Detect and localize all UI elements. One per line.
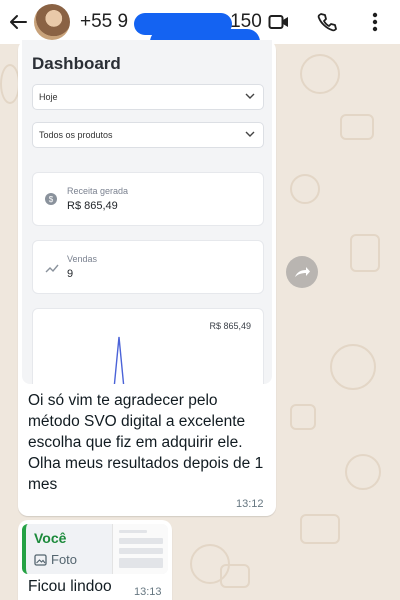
coin-icon: $ bbox=[45, 193, 57, 205]
message-time: 13:12 bbox=[236, 498, 264, 510]
forward-icon bbox=[295, 267, 310, 277]
revenue-label: Receita gerada bbox=[67, 186, 129, 196]
contact-avatar[interactable] bbox=[34, 4, 70, 40]
reply-message[interactable]: Você Foto Ficou lindoo 13:13 bbox=[18, 520, 172, 600]
period-select: Hoje bbox=[32, 84, 264, 110]
chevron-down-icon bbox=[245, 93, 255, 99]
period-select-value: Hoje bbox=[39, 92, 58, 102]
forward-button[interactable] bbox=[286, 256, 318, 288]
product-select-value: Todos os produtos bbox=[39, 130, 113, 140]
product-select: Todos os produtos bbox=[32, 122, 264, 148]
sales-card: Vendas 9 bbox=[32, 240, 264, 294]
quoted-message[interactable]: Você Foto bbox=[22, 524, 168, 574]
chevron-down-icon bbox=[245, 131, 255, 137]
phone-prefix: +55 9 bbox=[80, 11, 129, 32]
message-image[interactable]: Dashboard Hoje Todos os produtos $ Recei… bbox=[22, 40, 272, 384]
reply-time: 13:13 bbox=[134, 586, 162, 598]
revenue-chart-line bbox=[113, 336, 125, 384]
back-arrow-icon[interactable] bbox=[4, 0, 32, 44]
revenue-chart-card: R$ 865,49 bbox=[32, 308, 264, 384]
quote-thumbnail bbox=[112, 524, 168, 574]
voice-call-icon[interactable] bbox=[316, 11, 338, 33]
quote-author: Você bbox=[34, 530, 67, 546]
sales-label: Vendas bbox=[67, 254, 98, 264]
more-options-icon[interactable] bbox=[364, 11, 386, 33]
dashboard-title: Dashboard bbox=[32, 54, 121, 73]
incoming-message[interactable]: Dashboard Hoje Todos os produtos $ Recei… bbox=[18, 40, 276, 516]
quote-type-label: Foto bbox=[51, 552, 78, 567]
revenue-card: $ Receita gerada R$ 865,49 bbox=[32, 172, 264, 226]
trend-up-icon bbox=[45, 264, 59, 273]
photo-icon bbox=[34, 553, 47, 566]
sales-value: 9 bbox=[67, 268, 74, 280]
video-call-icon[interactable] bbox=[268, 11, 290, 33]
chat-header: +55 9 150 bbox=[0, 0, 400, 55]
reply-text: Ficou lindoo bbox=[28, 578, 112, 595]
contact-phone[interactable]: +55 9 150 bbox=[80, 11, 262, 55]
revenue-value: R$ 865,49 bbox=[67, 200, 118, 212]
quote-type: Foto bbox=[34, 552, 77, 567]
message-text: Oi só vim te agradecer pelo método SVO d… bbox=[28, 392, 264, 493]
